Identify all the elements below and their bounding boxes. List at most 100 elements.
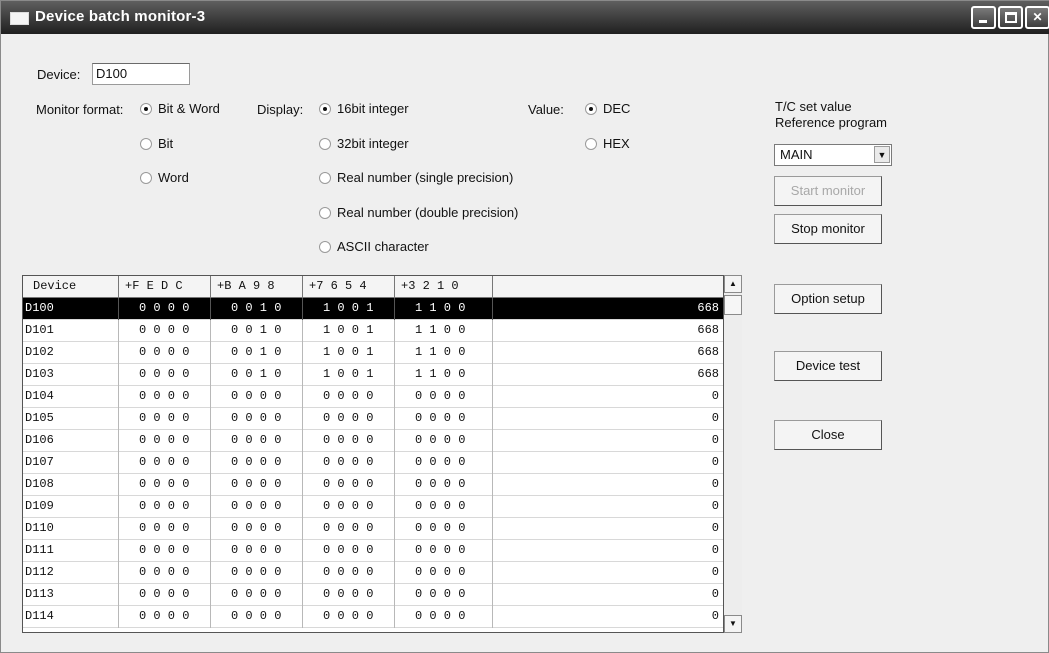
table-cell-device: D108 [23, 474, 119, 496]
column-header-bits-3210: +3 2 1 0 [395, 276, 493, 298]
table-cell-b1: 0 0 0 0 [119, 584, 211, 606]
table-row[interactable]: D114 0 0 0 00 0 0 00 0 0 00 0 0 00 [23, 606, 723, 628]
radio-icon[interactable] [319, 241, 331, 253]
table-cell-device: D110 [23, 518, 119, 540]
table-row[interactable]: D101 0 0 0 00 0 1 01 0 0 11 1 0 0 668 [23, 320, 723, 342]
column-header-bits-7654: +7 6 5 4 [303, 276, 395, 298]
table-scrollbar[interactable]: ▲ ▼ [724, 275, 742, 633]
radio-icon[interactable] [585, 138, 597, 150]
table-cell-b4: 1 1 0 0 [395, 364, 493, 386]
maximize-icon [1005, 12, 1017, 23]
table-cell-b1: 0 0 0 0 [119, 496, 211, 518]
table-cell-b1: 0 0 0 0 [119, 474, 211, 496]
reference-program-value: MAIN [780, 147, 813, 162]
table-cell-value: 0 [711, 609, 719, 623]
table-cell-b4: 1 1 0 0 [395, 298, 493, 320]
table-row[interactable]: D103 0 0 0 00 0 1 01 0 0 11 1 0 0 668 [23, 364, 723, 386]
table-row[interactable]: D113 0 0 0 00 0 0 00 0 0 00 0 0 00 [23, 584, 723, 606]
close-window-button[interactable]: ✕ [1025, 6, 1049, 29]
table-cell-value: 0 [711, 389, 719, 403]
table-cell-b1: 0 0 0 0 [119, 298, 211, 320]
radio-icon[interactable] [319, 138, 331, 150]
table-cell-value: 0 [711, 543, 719, 557]
minimize-button[interactable] [971, 6, 996, 29]
table-row[interactable]: D106 0 0 0 00 0 0 00 0 0 00 0 0 00 [23, 430, 723, 452]
display-radio-3[interactable]: Real number (double precision) [319, 206, 518, 220]
radio-icon[interactable] [140, 103, 152, 115]
minimize-icon [979, 20, 987, 23]
maximize-button[interactable] [998, 6, 1023, 29]
option-setup-button[interactable]: Option setup [774, 284, 882, 314]
window-icon [10, 12, 29, 25]
reference-program-label: Reference program [775, 115, 887, 130]
close-icon: ✕ [1032, 10, 1043, 24]
radio-icon[interactable] [319, 207, 331, 219]
value-radio-1[interactable]: HEX [585, 137, 630, 151]
stop-monitor-button[interactable]: Stop monitor [774, 214, 882, 244]
table-row[interactable]: D111 0 0 0 00 0 0 00 0 0 00 0 0 00 [23, 540, 723, 562]
display-radio-1[interactable]: 32bit integer [319, 137, 409, 151]
table-cell-b2: 0 0 1 0 [211, 298, 303, 320]
column-header-bits-fedc: +F E D C [119, 276, 211, 298]
table-cell-b4: 0 0 0 0 [395, 562, 493, 584]
scroll-down-button[interactable]: ▼ [724, 615, 742, 633]
radio-icon[interactable] [319, 103, 331, 115]
device-table[interactable]: Device +F E D C +B A 9 8 +7 6 5 4 +3 2 1… [22, 275, 724, 633]
radio-icon[interactable] [140, 138, 152, 150]
device-input[interactable]: D100 [92, 63, 190, 85]
table-row[interactable]: D109 0 0 0 00 0 0 00 0 0 00 0 0 00 [23, 496, 723, 518]
table-row[interactable]: D107 0 0 0 00 0 0 00 0 0 00 0 0 00 [23, 452, 723, 474]
radio-icon[interactable] [140, 172, 152, 184]
scroll-thumb[interactable] [724, 295, 742, 315]
table-row[interactable]: D110 0 0 0 00 0 0 00 0 0 00 0 0 00 [23, 518, 723, 540]
table-row[interactable]: D108 0 0 0 00 0 0 00 0 0 00 0 0 00 [23, 474, 723, 496]
value-radio-0[interactable]: DEC [585, 102, 630, 116]
table-cell-b3: 0 0 0 0 [303, 408, 395, 430]
table-row[interactable]: D104 0 0 0 00 0 0 00 0 0 00 0 0 00 [23, 386, 723, 408]
reference-program-select[interactable]: MAIN ▼ [774, 144, 892, 166]
table-cell-device: D107 [23, 452, 119, 474]
table-row[interactable]: D100 0 0 0 00 0 1 01 0 0 11 1 0 0 668 [23, 298, 723, 320]
close-button[interactable]: Close [774, 420, 882, 450]
radio-icon[interactable] [319, 172, 331, 184]
monitor-format-radio-2[interactable]: Word [140, 171, 189, 185]
table-cell-b2: 0 0 0 0 [211, 452, 303, 474]
table-row[interactable]: D102 0 0 0 00 0 1 01 0 0 11 1 0 0 668 [23, 342, 723, 364]
table-cell-value: 668 [697, 367, 719, 381]
table-cell-device: D114 [23, 606, 119, 628]
table-cell-device: D101 [23, 320, 119, 342]
table-row[interactable]: D105 0 0 0 00 0 0 00 0 0 00 0 0 00 [23, 408, 723, 430]
table-cell-b3: 0 0 0 0 [303, 452, 395, 474]
monitor-format-option-label: Word [158, 170, 189, 185]
table-cell-b2: 0 0 0 0 [211, 584, 303, 606]
table-cell-b1: 0 0 0 0 [119, 364, 211, 386]
monitor-format-option-label: Bit & Word [158, 101, 220, 116]
table-cell-b4: 0 0 0 0 [395, 452, 493, 474]
table-cell-b4: 0 0 0 0 [395, 496, 493, 518]
chevron-down-icon[interactable]: ▼ [874, 146, 890, 163]
table-cell-value: 0 [711, 521, 719, 535]
display-radio-4[interactable]: ASCII character [319, 240, 429, 254]
monitor-format-radio-0[interactable]: Bit & Word [140, 102, 220, 116]
table-cell-b4: 0 0 0 0 [395, 430, 493, 452]
table-cell-b4: 0 0 0 0 [395, 408, 493, 430]
table-cell-b4: 1 1 0 0 [395, 320, 493, 342]
table-cell-value: 0 [711, 565, 719, 579]
table-cell-value: 0 [711, 499, 719, 513]
table-cell-b2: 0 0 1 0 [211, 364, 303, 386]
start-monitor-button[interactable]: Start monitor [774, 176, 882, 206]
display-radio-0[interactable]: 16bit integer [319, 102, 409, 116]
radio-icon[interactable] [585, 103, 597, 115]
table-cell-b1: 0 0 0 0 [119, 386, 211, 408]
table-cell-b3: 0 0 0 0 [303, 430, 395, 452]
display-radio-2[interactable]: Real number (single precision) [319, 171, 513, 185]
display-option-label: Real number (double precision) [337, 205, 519, 220]
table-cell-b3: 0 0 0 0 [303, 584, 395, 606]
scroll-up-button[interactable]: ▲ [724, 275, 742, 293]
monitor-format-radio-1[interactable]: Bit [140, 137, 173, 151]
table-cell-b2: 0 0 0 0 [211, 474, 303, 496]
title-bar[interactable]: Device batch monitor-3 ✕ [1, 1, 1049, 34]
table-row[interactable]: D112 0 0 0 00 0 0 00 0 0 00 0 0 00 [23, 562, 723, 584]
device-test-button[interactable]: Device test [774, 351, 882, 381]
table-cell-value: 0 [711, 411, 719, 425]
